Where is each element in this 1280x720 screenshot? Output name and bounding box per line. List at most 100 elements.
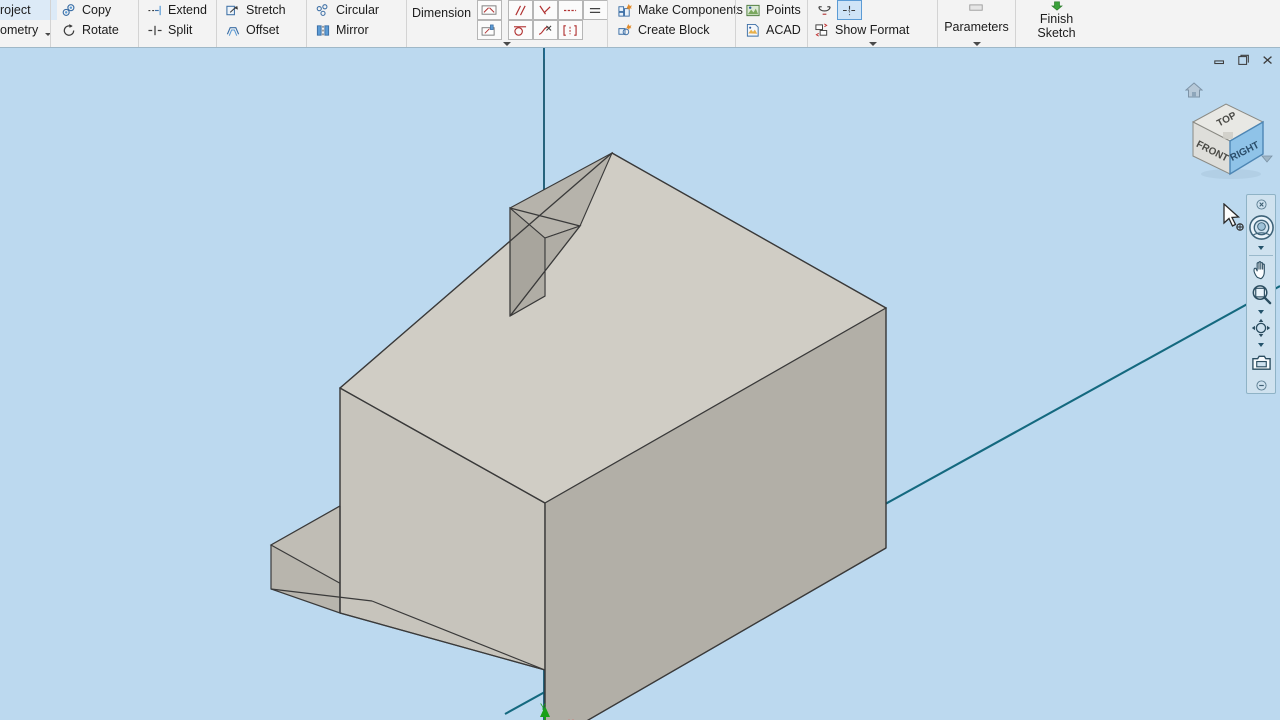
points-icon <box>745 3 761 18</box>
close-icon <box>1263 56 1272 65</box>
collinear-constraint-icon <box>564 9 577 11</box>
make-components-button[interactable]: Make Components <box>613 0 749 20</box>
smooth-constraint-button[interactable] <box>533 20 559 40</box>
finish-sketch-icon <box>1047 1 1067 11</box>
equal-constraint-icon <box>589 7 601 13</box>
viewcube-cube[interactable]: TOP FRONT RIGHT <box>1185 96 1271 182</box>
equal-constraint-button[interactable] <box>583 0 609 20</box>
viewcube-menu-caret[interactable] <box>1261 150 1273 168</box>
zoom-dropdown[interactable] <box>1247 307 1275 316</box>
ribbon-panel-layout: Make Components Create Block <box>607 0 743 47</box>
points-label: Points <box>766 3 801 17</box>
symmetric-constraint-button[interactable] <box>558 20 584 40</box>
show-constraints-button[interactable] <box>477 20 503 40</box>
split-button[interactable]: Split <box>143 20 213 40</box>
offset-label: Offset <box>246 23 280 37</box>
steering-wheel-dropdown[interactable] <box>1247 244 1275 253</box>
create-block-button[interactable]: Create Block <box>613 20 749 40</box>
finish-sketch-button[interactable]: Finish Sketch <box>1024 0 1090 40</box>
tangent-constraint-icon <box>514 25 527 36</box>
options-small-icon <box>1255 379 1267 391</box>
ribbon-toolbar: roject ometry Copy Rotate Extend Split S… <box>0 0 1280 48</box>
acad-button[interactable]: ACAD <box>741 20 807 40</box>
copy-label: Copy <box>82 3 112 17</box>
parallel-constraint-button[interactable] <box>508 0 534 20</box>
pan-hand-icon <box>1253 260 1265 279</box>
copy-button[interactable]: Copy <box>57 0 125 20</box>
auto-dimension-icon <box>481 4 497 15</box>
ribbon-panel-exit: Finish Sketch <box>1015 0 1097 47</box>
project-geometry-button[interactable]: roject <box>0 0 58 20</box>
constrain-panel-expand[interactable] <box>407 42 607 46</box>
copy-icon <box>61 3 77 18</box>
construction-format-icon <box>818 5 831 15</box>
circular-pattern-button[interactable]: Circular <box>311 0 385 20</box>
pan-button[interactable] <box>1247 258 1275 282</box>
parameters-button[interactable]: Parameters <box>938 0 1015 34</box>
points-button[interactable]: Points <box>741 0 807 20</box>
orbit-dropdown[interactable] <box>1247 340 1275 349</box>
centerline-format-button[interactable] <box>837 0 862 20</box>
navigation-bar <box>1246 194 1276 394</box>
close-small-icon <box>1255 199 1267 210</box>
dimension-label: Dimension <box>412 6 472 20</box>
create-block-label: Create Block <box>638 23 710 37</box>
offset-button[interactable]: Offset <box>221 20 292 40</box>
navbar-close-button[interactable] <box>1247 198 1275 212</box>
ribbon-panel-project-geometry: roject ometry <box>0 0 58 47</box>
mirror-button[interactable]: Mirror <box>311 20 385 40</box>
extend-label: Extend <box>168 3 207 17</box>
acad-label: ACAD <box>766 23 801 37</box>
auto-dimension-button[interactable] <box>477 0 503 20</box>
rotate-button[interactable]: Rotate <box>57 20 125 40</box>
make-components-icon <box>617 3 633 18</box>
project-geometry-label-line2: ometry <box>0 23 39 37</box>
show-constraints-icon <box>481 24 495 36</box>
3d-viewport[interactable]: Y X Z <box>0 48 1280 720</box>
tangent-constraint-button[interactable] <box>508 20 534 40</box>
symmetric-constraint-icon <box>563 24 577 36</box>
circular-pattern-icon <box>315 3 331 18</box>
perpendicular-constraint-button[interactable] <box>533 0 559 20</box>
mirror-icon <box>315 23 331 38</box>
rotate-label: Rotate <box>82 23 119 37</box>
orbit-button[interactable] <box>1247 316 1275 340</box>
show-format-button[interactable]: Show Format <box>812 20 915 40</box>
caret-down-icon <box>1261 155 1273 163</box>
stretch-label: Stretch <box>246 3 286 17</box>
restore-icon <box>1238 54 1249 65</box>
ribbon-panel-modify: Copy Rotate <box>50 0 138 47</box>
collinear-constraint-button[interactable] <box>558 0 584 20</box>
show-format-label: Show Format <box>835 23 910 37</box>
project-geometry-button-line2[interactable]: ometry <box>0 20 57 40</box>
offset-icon <box>225 23 241 38</box>
look-at-button[interactable] <box>1247 349 1275 375</box>
format-panel-expand[interactable] <box>808 42 937 46</box>
navbar-options-button[interactable] <box>1247 377 1275 393</box>
ribbon-panel-insert: Points ACAD <box>735 0 807 47</box>
window-controls <box>1212 53 1276 68</box>
close-button[interactable] <box>1260 53 1276 68</box>
finish-sketch-label-line1: Finish <box>1039 12 1074 26</box>
viewcube[interactable]: TOP FRONT RIGHT <box>1167 78 1277 193</box>
show-format-icon <box>814 23 830 38</box>
ribbon-panel-stretch: Stretch Offset <box>216 0 306 47</box>
parameters-panel-expand[interactable] <box>938 42 1015 46</box>
restore-button[interactable] <box>1236 53 1252 68</box>
dimension-button[interactable]: Dimension <box>412 4 477 20</box>
parameters-label: Parameters <box>944 20 1009 34</box>
steering-wheel-button[interactable] <box>1247 212 1275 244</box>
ribbon-panel-trim: Extend Split <box>138 0 216 47</box>
zoom-button[interactable] <box>1247 282 1275 308</box>
minimize-button[interactable] <box>1212 53 1228 68</box>
ribbon-panel-parameters: Parameters <box>937 0 1015 47</box>
construction-format-button[interactable] <box>812 0 837 20</box>
navbar-separator <box>1249 254 1273 256</box>
stretch-button[interactable]: Stretch <box>221 0 292 20</box>
mirror-label: Mirror <box>336 23 369 37</box>
project-geometry-label-line1: roject <box>0 3 31 17</box>
centerline-format-icon <box>843 5 856 15</box>
parameters-icon <box>966 4 986 22</box>
extend-button[interactable]: Extend <box>143 0 213 20</box>
ribbon-panel-format: Show Format <box>807 0 937 47</box>
